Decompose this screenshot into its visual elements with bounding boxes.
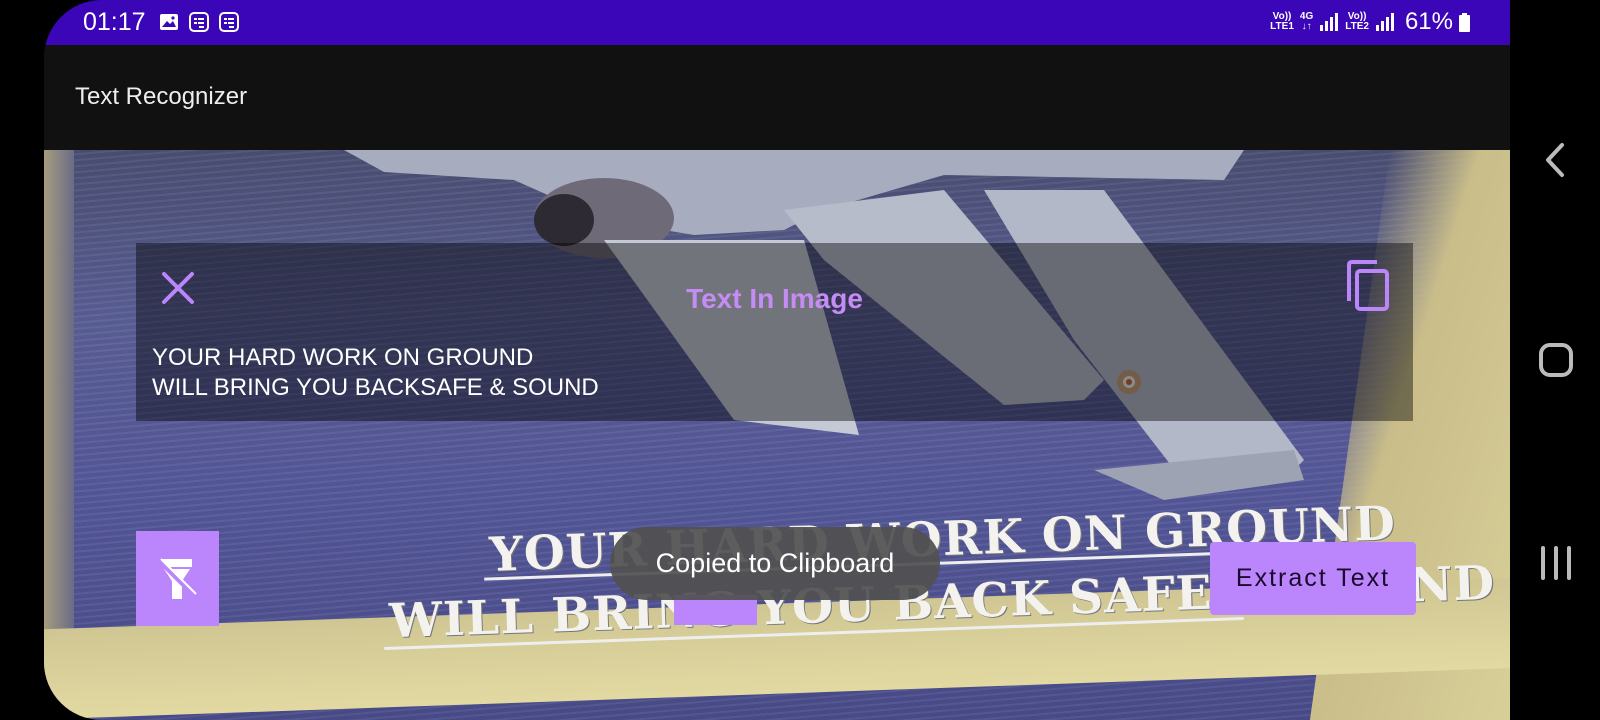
extract-text-button[interactable]: Extract Text	[1210, 542, 1416, 615]
toast-message: Copied to Clipboard	[610, 527, 940, 600]
status-bar: 01:17 Vo)) LTE1 4G ↓↑ Vo)) LTE2 61%	[44, 0, 1510, 45]
recognized-text: YOUR HARD WORK ON GROUND WILL BRING YOU …	[152, 344, 599, 401]
notification-icon	[189, 12, 209, 32]
signal-icon	[1375, 13, 1394, 31]
battery-percentage: 61%	[1404, 8, 1453, 35]
recent-apps-icon[interactable]	[1510, 518, 1600, 608]
back-icon[interactable]	[1510, 115, 1600, 205]
status-right: Vo)) LTE1 4G ↓↑ Vo)) LTE2 61%	[1270, 8, 1470, 36]
home-icon[interactable]	[1510, 316, 1600, 406]
copy-icon[interactable]	[1343, 259, 1391, 313]
app-bar: Text Recognizer	[44, 45, 1510, 150]
panel-title: Text In Image	[686, 283, 863, 314]
camera-preview: YOUR HARD WORK ON GROUND WILL BRING YOU …	[44, 150, 1510, 720]
flash-toggle-button[interactable]	[136, 531, 219, 626]
app-screen: 01:17 Vo)) LTE1 4G ↓↑ Vo)) LTE2 61% Text Re…	[44, 0, 1510, 720]
flash-off-icon	[157, 558, 197, 599]
image-icon	[160, 14, 178, 30]
network-indicator-2: Vo)) LTE2	[1345, 11, 1369, 32]
battery-icon	[1459, 12, 1470, 32]
system-navigation-bar	[1510, 0, 1600, 720]
signal-icon	[1320, 13, 1339, 31]
app-title: Text Recognizer	[75, 83, 248, 110]
recognized-text-panel: Text In Image YOUR HARD WORK ON GROUND W…	[136, 243, 1413, 421]
status-time: 01:17	[83, 8, 146, 36]
network-indicator-1: Vo)) LTE1	[1270, 11, 1294, 32]
network-type-indicator: 4G ↓↑	[1299, 11, 1314, 32]
notification-icon	[219, 12, 239, 32]
status-notifications	[158, 11, 240, 33]
